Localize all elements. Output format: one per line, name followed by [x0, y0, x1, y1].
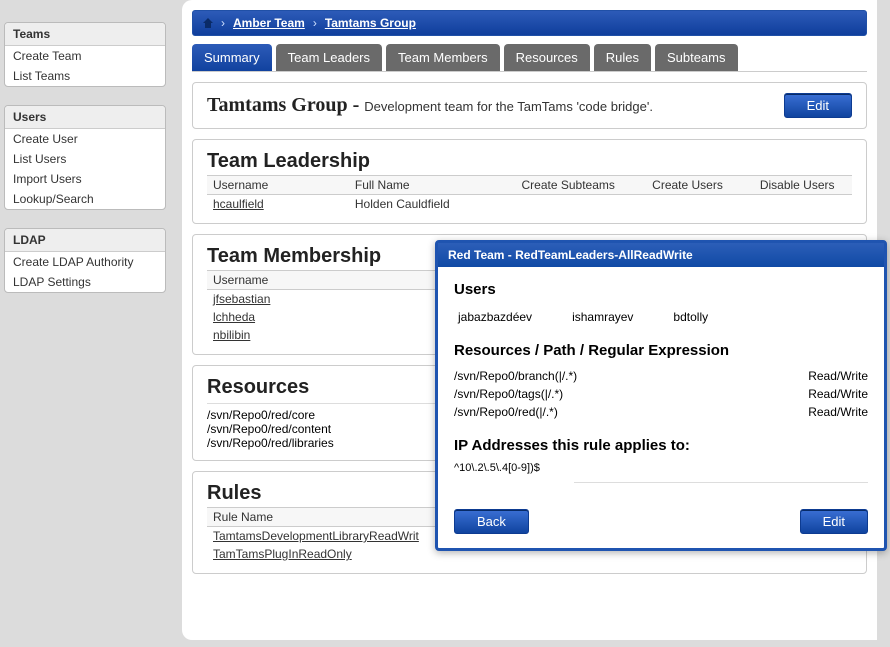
col-username: Username: [207, 271, 433, 290]
divider: [574, 482, 868, 483]
popup-user: bdtolly: [673, 310, 708, 324]
popup-resource-perm: Read/Write: [808, 405, 868, 419]
tab-team-members[interactable]: Team Members: [386, 44, 500, 71]
breadcrumb-link-amber-team[interactable]: Amber Team: [233, 16, 305, 30]
col-fullname: Full Name: [349, 176, 504, 195]
team-header-panel: Tamtams Group - Development team for the…: [192, 82, 867, 129]
sidebar-item-create-team[interactable]: Create Team: [5, 46, 165, 66]
popup-resource-row: /svn/Repo0/red(|/.*) Read/Write: [454, 403, 868, 421]
popup-footer: Back Edit: [438, 505, 884, 548]
tab-team-leaders[interactable]: Team Leaders: [276, 44, 382, 71]
popup-resources-title: Resources / Path / Regular Expression: [454, 342, 868, 359]
sidebar-group-teams: Teams Create Team List Teams: [4, 22, 166, 87]
popup-body: Users jabazbazdéev ishamrayev bdtolly Re…: [438, 267, 884, 505]
back-button[interactable]: Back: [454, 509, 529, 534]
sidebar-item-create-ldap-authority[interactable]: Create LDAP Authority: [5, 252, 165, 272]
sidebar-item-list-users[interactable]: List Users: [5, 149, 165, 169]
col-create-users: Create Users: [633, 176, 743, 195]
tabs: Summary Team Leaders Team Members Resour…: [192, 44, 867, 72]
col-create-subteams: Create Subteams: [504, 176, 633, 195]
rule-detail-popup: Red Team - RedTeamLeaders-AllReadWrite U…: [435, 240, 887, 551]
popup-ip-title: IP Addresses this rule applies to:: [454, 437, 868, 454]
popup-resource-row: /svn/Repo0/branch(|/.*) Read/Write: [454, 367, 868, 385]
sidebar-item-list-teams[interactable]: List Teams: [5, 66, 165, 86]
sidebar-item-ldap-settings[interactable]: LDAP Settings: [5, 272, 165, 292]
leadership-panel: Team Leadership Username Full Name Creat…: [192, 139, 867, 224]
breadcrumb: › Amber Team › Tamtams Group: [192, 10, 867, 36]
breadcrumb-link-tamtams-group[interactable]: Tamtams Group: [325, 16, 416, 30]
sidebar: Teams Create Team List Teams Users Creat…: [4, 22, 166, 311]
edit-team-button[interactable]: Edit: [784, 93, 852, 118]
edit-rule-button[interactable]: Edit: [800, 509, 868, 534]
popup-users-title: Users: [454, 281, 868, 298]
tab-rules[interactable]: Rules: [594, 44, 651, 71]
popup-resource-path: /svn/Repo0/tags(|/.*): [454, 387, 563, 401]
sidebar-group-title: Users: [5, 106, 165, 129]
col-username: Username: [207, 176, 349, 195]
home-icon[interactable]: [203, 18, 213, 28]
rule-link[interactable]: TamTamsPlugInReadOnly: [213, 547, 352, 561]
leader-fullname: Holden Cauldfield: [349, 195, 504, 214]
sidebar-group-ldap: LDAP Create LDAP Authority LDAP Settings: [4, 228, 166, 293]
popup-ip-pattern: ^10\.2\.5\.4[0-9])$: [454, 462, 868, 474]
popup-resource-row: /svn/Repo0/tags(|/.*) Read/Write: [454, 385, 868, 403]
member-link[interactable]: lchheda: [213, 310, 255, 324]
breadcrumb-sep: ›: [221, 16, 225, 30]
team-dash: -: [348, 94, 365, 116]
popup-resource-path: /svn/Repo0/branch(|/.*): [454, 369, 577, 383]
rule-link[interactable]: TamtamsDevelopmentLibraryReadWrit: [213, 529, 419, 543]
sidebar-group-title: Teams: [5, 23, 165, 46]
leadership-title: Team Leadership: [207, 150, 852, 173]
sidebar-item-create-user[interactable]: Create User: [5, 129, 165, 149]
popup-users-row: jabazbazdéev ishamrayev bdtolly: [454, 306, 868, 338]
popup-resource-path: /svn/Repo0/red(|/.*): [454, 405, 558, 419]
popup-resource-perm: Read/Write: [808, 387, 868, 401]
table-row: hcaulfield Holden Cauldfield: [207, 195, 852, 214]
popup-user: jabazbazdéev: [458, 310, 532, 324]
popup-title: Red Team - RedTeamLeaders-AllReadWrite: [438, 243, 884, 267]
team-name: Tamtams Group: [207, 94, 348, 116]
leadership-table: Username Full Name Create Subteams Creat…: [207, 175, 852, 213]
popup-resource-perm: Read/Write: [808, 369, 868, 383]
sidebar-group-users: Users Create User List Users Import User…: [4, 105, 166, 210]
popup-user: ishamrayev: [572, 310, 633, 324]
breadcrumb-sep: ›: [313, 16, 317, 30]
sidebar-item-lookup-search[interactable]: Lookup/Search: [5, 189, 165, 209]
tab-summary[interactable]: Summary: [192, 44, 272, 71]
sidebar-item-import-users[interactable]: Import Users: [5, 169, 165, 189]
tab-resources[interactable]: Resources: [504, 44, 590, 71]
tab-subteams[interactable]: Subteams: [655, 44, 738, 71]
team-description: Development team for the TamTams 'code b…: [364, 99, 653, 114]
member-link[interactable]: nbilibin: [213, 328, 250, 342]
member-link[interactable]: jfsebastian: [213, 292, 270, 306]
leader-username-link[interactable]: hcaulfield: [213, 197, 264, 211]
sidebar-group-title: LDAP: [5, 229, 165, 252]
team-title: Tamtams Group - Development team for the…: [207, 94, 653, 117]
col-disable-users: Disable Users: [742, 176, 852, 195]
